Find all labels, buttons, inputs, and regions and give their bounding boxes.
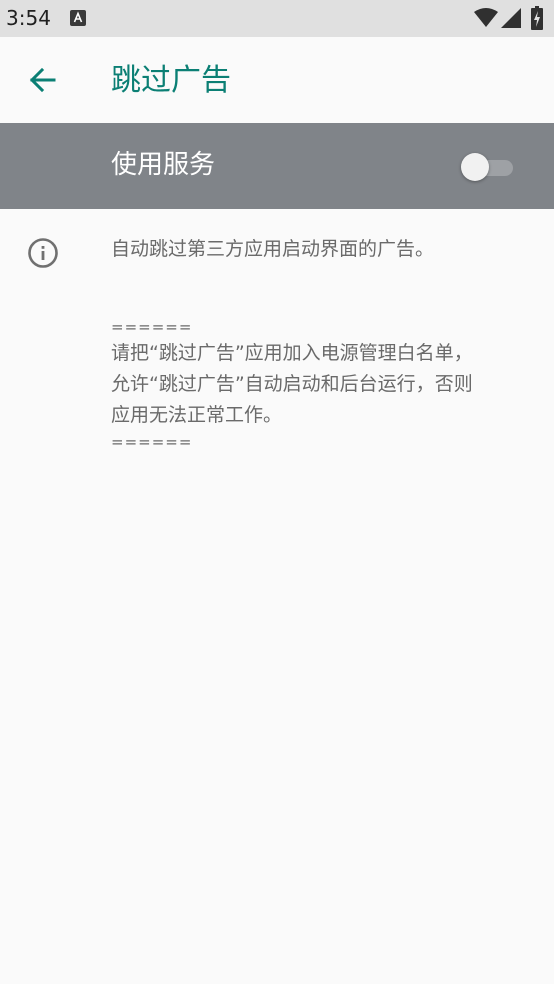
separator-bottom: ====== — [111, 433, 193, 451]
battery-charging-icon — [531, 6, 543, 30]
info-icon — [28, 238, 58, 268]
notice-line: 请把“跳过广告”应用加入电源管理白名单， — [111, 342, 473, 364]
switch-thumb — [461, 153, 489, 181]
use-service-label: 使用服务 — [111, 150, 216, 180]
use-service-switch[interactable] — [461, 151, 515, 183]
separator-top: ====== — [111, 318, 193, 336]
signal-icon — [501, 8, 521, 28]
status-time: 3:54 — [6, 6, 51, 30]
a-icon — [70, 10, 86, 26]
notice-line: 应用无法正常工作。 — [111, 404, 283, 426]
arrow-back-icon — [29, 67, 56, 93]
wifi-icon — [474, 8, 498, 27]
info-summary: 自动跳过第三方应用启动界面的广告。 — [111, 238, 435, 260]
status-bar: 3:54 — [0, 0, 554, 37]
app-bar: 跳过广告 — [0, 37, 554, 123]
use-service-row[interactable]: 使用服务 — [0, 123, 554, 209]
notice-line: 允许“跳过广告”自动启动和后台运行，否则 — [111, 373, 473, 395]
page-title: 跳过广告 — [111, 63, 231, 98]
info-notice: ====== 请把“跳过广告”应用加入电源管理白名单， 允许“跳过广告”自动启动… — [111, 316, 541, 453]
back-button[interactable] — [20, 58, 64, 102]
